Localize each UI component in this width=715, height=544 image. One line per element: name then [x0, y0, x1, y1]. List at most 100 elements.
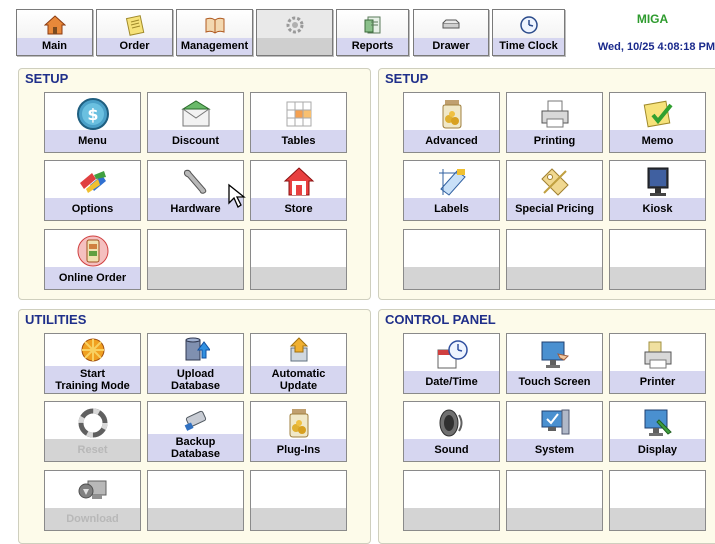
tile-advanced[interactable]: Advanced	[403, 92, 500, 153]
tile-discount[interactable]: Discount	[147, 92, 244, 153]
training-mode-label: Start Training Mode	[45, 366, 140, 393]
drawer-icon	[414, 12, 488, 38]
utilities-title: UTILITIES	[25, 312, 87, 327]
tile-empty	[147, 470, 244, 531]
tile-online-order[interactable]: Online Order	[44, 229, 141, 290]
tile-empty	[250, 470, 347, 531]
home-icon	[17, 12, 92, 38]
tile-store[interactable]: Store	[250, 160, 347, 221]
upload-line2: Database	[171, 379, 220, 392]
tile-touch-screen-label: Touch Screen	[507, 371, 602, 393]
label-frame-icon	[404, 164, 499, 200]
training-line2: Training Mode	[55, 379, 130, 392]
tile-options[interactable]: Options	[44, 160, 141, 221]
time-clock-button[interactable]: Time Clock	[492, 9, 565, 56]
reports-icon	[337, 12, 408, 38]
dollar-coin-icon: $	[45, 96, 140, 132]
tile-empty	[403, 470, 500, 531]
book-icon	[177, 12, 252, 38]
tile-special-pricing-label: Special Pricing	[507, 198, 602, 220]
settings-button[interactable]	[256, 9, 333, 56]
drawer-label: Drawer	[414, 38, 488, 55]
tile-system[interactable]: System	[506, 401, 603, 462]
tile-options-label: Options	[45, 198, 140, 220]
tile-printing[interactable]: Printing	[506, 92, 603, 153]
tile-store-label: Store	[251, 198, 346, 220]
tile-display-label: Display	[610, 439, 705, 461]
empty-label	[148, 508, 243, 530]
notepad-icon	[97, 12, 172, 38]
tile-special-pricing[interactable]: Special Pricing	[506, 160, 603, 221]
settings-label	[257, 38, 332, 55]
phone-food-icon	[45, 233, 140, 269]
tile-start-training-mode[interactable]: Start Training Mode	[44, 333, 141, 394]
tile-empty	[506, 470, 603, 531]
tile-menu-label: Menu	[45, 130, 140, 152]
printer-icon	[610, 337, 705, 373]
tile-backup-database[interactable]: Backup Database	[147, 401, 244, 462]
printer-icon	[507, 96, 602, 132]
tile-automatic-update[interactable]: Automatic Update	[250, 333, 347, 394]
discount-envelope-icon	[148, 96, 243, 132]
top-toolbar: Main Order Management Reports Drawer Tim…	[0, 0, 715, 62]
empty-label	[404, 508, 499, 530]
training-wheel-icon	[45, 337, 140, 363]
upload-line1: Upload	[176, 367, 215, 380]
lifebuoy-icon	[45, 405, 140, 441]
tile-menu[interactable]: $ Menu	[44, 92, 141, 153]
reports-label: Reports	[337, 38, 408, 55]
tile-reset[interactable]: Reset	[44, 401, 141, 462]
automatic-update-label: Automatic Update	[251, 366, 346, 393]
tile-tables[interactable]: Tables	[250, 92, 347, 153]
coin-jar-icon	[404, 96, 499, 132]
display-monitor-icon	[610, 405, 705, 441]
tile-memo-label: Memo	[610, 130, 705, 152]
update-box-icon	[251, 337, 346, 363]
current-datetime: Wed, 10/25 4:08:18 PM	[597, 41, 715, 53]
drawer-button[interactable]: Drawer	[413, 9, 489, 56]
tile-printer[interactable]: Printer	[609, 333, 706, 394]
clock-icon	[493, 12, 564, 38]
database-upload-icon	[148, 337, 243, 363]
speaker-icon	[404, 405, 499, 441]
usb-drive-icon	[148, 405, 243, 433]
memo-check-icon	[610, 96, 705, 132]
tile-download[interactable]: Download	[44, 470, 141, 531]
tile-display[interactable]: Display	[609, 401, 706, 462]
tile-kiosk[interactable]: Kiosk	[609, 160, 706, 221]
price-tag-icon	[507, 164, 602, 200]
tile-date-time-label: Date/Time	[404, 371, 499, 393]
tile-printer-label: Printer	[610, 371, 705, 393]
tile-touch-screen[interactable]: Touch Screen	[506, 333, 603, 394]
tile-plug-ins[interactable]: Plug-Ins	[250, 401, 347, 462]
tile-empty	[506, 229, 603, 290]
tile-system-label: System	[507, 439, 602, 461]
order-label: Order	[97, 38, 172, 55]
tile-date-time[interactable]: Date/Time	[403, 333, 500, 394]
grid-icon	[251, 96, 346, 132]
coin-jar-icon	[251, 405, 346, 441]
tile-sound[interactable]: Sound	[403, 401, 500, 462]
auto-line2: Update	[279, 379, 318, 392]
tile-tables-label: Tables	[251, 130, 346, 152]
setup-right-title: SETUP	[385, 71, 429, 86]
touch-screen-icon	[507, 337, 602, 373]
training-line1: Start	[79, 367, 106, 380]
tile-memo[interactable]: Memo	[609, 92, 706, 153]
brand-name: MIGA	[636, 12, 669, 26]
tile-empty	[609, 470, 706, 531]
tile-upload-database[interactable]: Upload Database	[147, 333, 244, 394]
tile-discount-label: Discount	[148, 130, 243, 152]
main-label: Main	[17, 38, 92, 55]
download-computer-icon	[45, 474, 140, 510]
main-button[interactable]: Main	[16, 9, 93, 56]
tile-labels-label: Labels	[404, 198, 499, 220]
management-button[interactable]: Management	[176, 9, 253, 56]
reports-button[interactable]: Reports	[336, 9, 409, 56]
empty-label	[251, 267, 346, 289]
tile-printing-label: Printing	[507, 130, 602, 152]
order-button[interactable]: Order	[96, 9, 173, 56]
tile-labels[interactable]: Labels	[403, 160, 500, 221]
tile-kiosk-label: Kiosk	[610, 198, 705, 220]
empty-label	[507, 508, 602, 530]
